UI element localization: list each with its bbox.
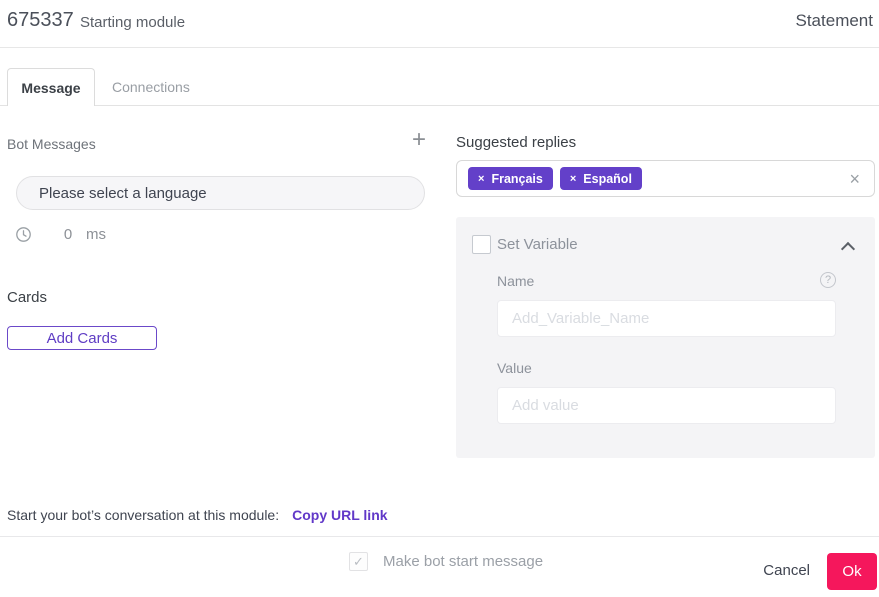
start-conversation-row: Start your bot’s conversation at this mo… (7, 507, 388, 523)
add-cards-button[interactable]: Add Cards (7, 326, 157, 350)
bot-message-bubble[interactable]: Please select a language (16, 176, 425, 210)
tab-bar-divider (0, 105, 879, 106)
clock-icon (16, 227, 31, 242)
tab-message[interactable]: Message (7, 68, 95, 106)
module-type-label: Statement (796, 11, 874, 31)
module-id: 675337 (7, 9, 74, 32)
set-variable-panel: Set Variable Name ? Value (456, 217, 875, 458)
add-message-icon[interactable]: + (412, 128, 426, 152)
ok-button[interactable]: Ok (827, 553, 877, 590)
help-icon[interactable]: ? (820, 272, 836, 288)
chevron-up-icon[interactable] (841, 242, 855, 256)
tab-connections[interactable]: Connections (112, 79, 190, 95)
make-bot-start-label: Make bot start message (383, 553, 543, 570)
suggested-replies-title: Suggested replies (456, 134, 576, 151)
reply-tag: × Français (468, 167, 553, 190)
remove-tag-icon[interactable]: × (478, 173, 484, 185)
set-variable-checkbox[interactable] (472, 235, 491, 254)
variable-name-input[interactable] (497, 300, 836, 337)
bot-messages-title: Bot Messages (7, 136, 96, 152)
header-divider (0, 47, 879, 48)
make-bot-start-checkbox[interactable]: ✓ (349, 552, 368, 571)
set-variable-title: Set Variable (497, 236, 578, 253)
suggested-replies-input[interactable]: × Français × Español × (456, 160, 875, 197)
copy-url-link[interactable]: Copy URL link (292, 507, 387, 523)
reply-tag-label: Français (491, 172, 542, 186)
variable-value-input[interactable] (497, 387, 836, 424)
start-conversation-text: Start your bot’s conversation at this mo… (7, 507, 279, 523)
make-bot-start-group: ✓ Make bot start message (349, 552, 543, 571)
cancel-button[interactable]: Cancel (763, 562, 810, 579)
footer-divider (0, 536, 879, 537)
name-label: Name (497, 273, 534, 289)
cards-title: Cards (7, 289, 47, 306)
reply-tag-label: Español (583, 172, 632, 186)
module-editor-dialog: 675337 Starting module Statement Message… (0, 0, 879, 597)
clear-replies-icon[interactable]: × (849, 170, 860, 188)
remove-tag-icon[interactable]: × (570, 173, 576, 185)
check-icon: ✓ (353, 554, 364, 570)
delay-value[interactable]: 0 (58, 226, 78, 243)
value-label: Value (497, 360, 532, 376)
bot-message-text: Please select a language (39, 185, 207, 202)
module-name: Starting module (80, 14, 185, 31)
reply-tag: × Español (560, 167, 642, 190)
delay-unit-label: ms (86, 226, 106, 243)
